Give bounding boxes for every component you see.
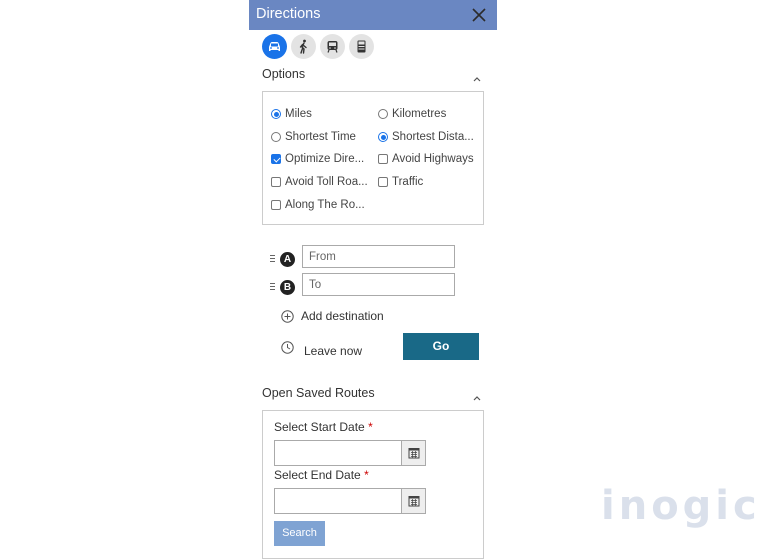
shortest-distance-label: Shortest Dista... bbox=[392, 131, 474, 143]
close-icon[interactable] bbox=[467, 3, 491, 27]
saved-routes-section-title: Open Saved Routes bbox=[262, 386, 375, 400]
avoid-highways-label: Avoid Highways bbox=[392, 153, 474, 165]
start-date-input[interactable] bbox=[274, 440, 402, 466]
shortest-time-radio[interactable] bbox=[271, 132, 281, 142]
traffic-label: Traffic bbox=[392, 176, 424, 188]
drag-handle-icon[interactable] bbox=[270, 283, 275, 290]
miles-label: Miles bbox=[285, 108, 312, 120]
waypoint-b: B bbox=[270, 280, 295, 296]
leave-now-selector[interactable]: Leave now bbox=[304, 344, 362, 358]
calendar-icon bbox=[408, 496, 420, 507]
along-the-route-label: Along The Ro... bbox=[285, 199, 365, 211]
avoid-highways-checkbox[interactable] bbox=[378, 154, 388, 164]
shortest-distance-option[interactable]: Shortest Dista... bbox=[378, 131, 474, 143]
from-input[interactable] bbox=[302, 245, 455, 268]
shortest-distance-radio[interactable] bbox=[378, 132, 388, 142]
start-date-label: Select Start Date * bbox=[274, 420, 373, 434]
svg-text:inogic: inogic bbox=[601, 483, 759, 529]
truck-mode-button[interactable] bbox=[349, 34, 374, 59]
along-the-route-option[interactable]: Along The Ro... bbox=[271, 199, 365, 211]
walking-icon bbox=[299, 39, 307, 54]
optimize-directions-label: Optimize Dire... bbox=[285, 153, 365, 165]
avoid-toll-roads-option[interactable]: Avoid Toll Roa... bbox=[271, 176, 368, 188]
options-section-title: Options bbox=[262, 67, 306, 81]
optimize-directions-option[interactable]: Optimize Dire... bbox=[271, 153, 364, 165]
add-circle-icon[interactable] bbox=[281, 310, 294, 323]
search-button[interactable]: Search bbox=[274, 521, 325, 546]
clock-icon bbox=[281, 341, 294, 354]
shortest-time-option[interactable]: Shortest Time bbox=[271, 131, 356, 143]
kilometres-option[interactable]: Kilometres bbox=[378, 108, 446, 120]
miles-radio[interactable] bbox=[271, 109, 281, 119]
add-destination-link[interactable]: Add destination bbox=[301, 309, 384, 323]
along-the-route-checkbox[interactable] bbox=[271, 200, 281, 210]
inogic-logo: inogic bbox=[601, 481, 759, 531]
avoid-toll-roads-label: Avoid Toll Roa... bbox=[285, 176, 368, 188]
miles-option[interactable]: Miles bbox=[271, 108, 312, 120]
traffic-option[interactable]: Traffic bbox=[378, 176, 423, 188]
end-date-picker bbox=[274, 488, 426, 514]
end-date-calendar-button[interactable] bbox=[401, 488, 426, 514]
directions-panel: Directions Options Miles Kilometres Shor… bbox=[249, 0, 497, 559]
go-button[interactable]: Go bbox=[403, 333, 479, 360]
to-input[interactable] bbox=[302, 273, 455, 296]
waypoint-a: A bbox=[270, 252, 295, 268]
avoid-highways-option[interactable]: Avoid Highways bbox=[378, 153, 474, 165]
calendar-icon bbox=[408, 448, 420, 459]
directions-header: Directions bbox=[249, 0, 497, 30]
end-date-input[interactable] bbox=[274, 488, 402, 514]
drag-handle-icon[interactable] bbox=[270, 255, 275, 262]
car-icon bbox=[269, 42, 280, 51]
kilometres-label: Kilometres bbox=[392, 108, 447, 120]
options-box: Miles Kilometres Shortest Time Shortest … bbox=[262, 91, 484, 225]
collapse-options-icon[interactable] bbox=[472, 70, 482, 82]
avoid-toll-roads-checkbox[interactable] bbox=[271, 177, 281, 187]
transit-mode-button[interactable] bbox=[320, 34, 345, 59]
end-date-label: Select End Date * bbox=[274, 468, 369, 482]
walk-mode-button[interactable] bbox=[291, 34, 316, 59]
start-date-picker bbox=[274, 440, 426, 466]
train-icon bbox=[327, 41, 338, 53]
truck-icon bbox=[357, 40, 366, 53]
car-mode-button[interactable] bbox=[262, 34, 287, 59]
kilometres-radio[interactable] bbox=[378, 109, 388, 119]
marker-b-icon: B bbox=[280, 280, 295, 295]
panel-title: Directions bbox=[256, 6, 321, 22]
optimize-directions-checkbox[interactable] bbox=[271, 154, 281, 164]
shortest-time-label: Shortest Time bbox=[285, 131, 356, 143]
start-date-calendar-button[interactable] bbox=[401, 440, 426, 466]
traffic-checkbox[interactable] bbox=[378, 177, 388, 187]
collapse-saved-routes-icon[interactable] bbox=[472, 389, 482, 401]
marker-a-icon: A bbox=[280, 252, 295, 267]
